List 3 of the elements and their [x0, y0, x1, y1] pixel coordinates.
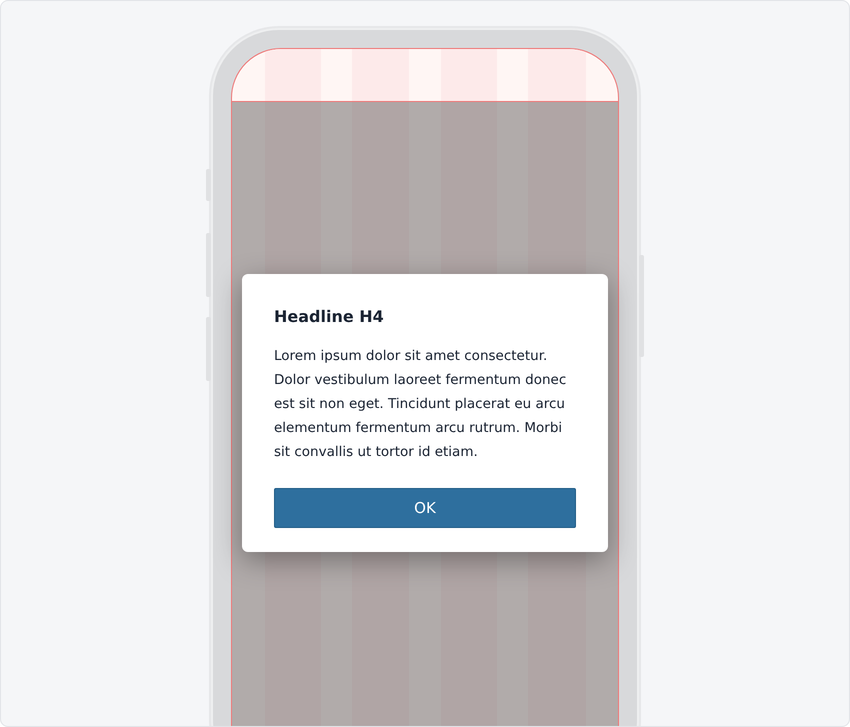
ok-button[interactable]: OK: [274, 488, 576, 528]
dialog-body: Lorem ipsum dolor sit amet consectetur. Dolor vestibulum laoreet fermentum donec est sit non eget. Tincidunt placerat eu arcu elementum fermentum arcu rutrum. Morbi sit convallis ut tortor id etiam.: [274, 347, 568, 462]
dialog-title: Headline H4: [274, 306, 385, 328]
